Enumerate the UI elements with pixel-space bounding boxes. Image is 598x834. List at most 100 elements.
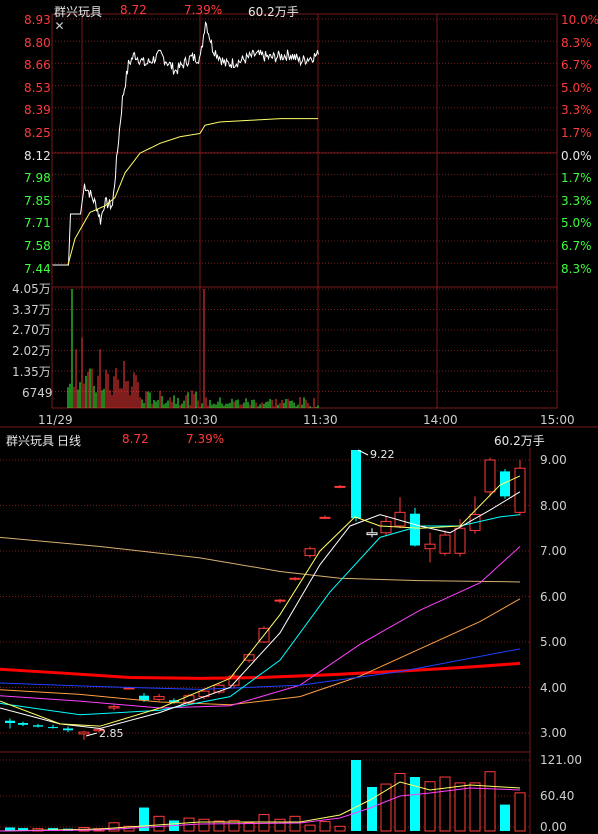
daily-volume-bar [274, 818, 286, 832]
pct-axis-label: 0.0% [561, 148, 592, 163]
price-axis-label: 8.66 [24, 58, 51, 73]
pct-axis-label: 8.3% [561, 35, 592, 50]
pct-axis-label: 1.7% [561, 171, 592, 186]
pct-axis-label: 3.3% [561, 103, 592, 118]
vol-axis-label: 1.35万 [12, 364, 51, 379]
ma-line-orange [0, 598, 521, 706]
time-axis-label: 14:00 [423, 413, 458, 427]
candle-body [153, 696, 165, 700]
price-axis-label: 8.25 [24, 126, 51, 140]
daily-volume-bar [304, 824, 316, 832]
candle-body [33, 725, 43, 727]
daily-price-axis-label: 8.00 [540, 498, 567, 513]
candle-body [304, 548, 316, 557]
daily-stock-name: 群兴玩具 [6, 434, 55, 448]
candle-body [380, 520, 392, 534]
pct-axis-label: 5.0% [561, 80, 592, 95]
daily-price-axis-label: 4.00 [540, 680, 567, 695]
daily-volume-bar [258, 814, 270, 832]
candle-body [514, 467, 526, 513]
price-axis-label: 8.93 [24, 13, 51, 27]
daily-price-axis-label: 7.00 [540, 544, 567, 558]
price-axis-label: 8.39 [24, 103, 51, 118]
candle-body [274, 599, 286, 602]
volume-total: 60.2万手 [248, 5, 299, 19]
candle-body [289, 577, 301, 580]
price-axis-label: 8.80 [24, 35, 51, 50]
price-axis-label: 8.53 [24, 80, 51, 95]
daily-price-axis-label: 6.00 [540, 589, 567, 604]
candle-body [484, 459, 496, 493]
pct-axis-label: 8.3% [561, 261, 592, 276]
daily-vol-axis-label: 60.40 [540, 789, 575, 803]
ma-line-yellow [0, 475, 521, 727]
daily-volume-bar [469, 782, 481, 832]
daily-vol-axis-label: 0.00 [540, 820, 567, 834]
daily-price-axis-label: 5.00 [540, 635, 567, 649]
daily-volume-bar [514, 792, 526, 832]
time-axis-label: 11/29 [38, 413, 73, 427]
pct-axis-label: 10.0% [561, 13, 598, 27]
daily-vol-axis-label: 121.00 [540, 753, 582, 767]
daily-price-axis-label: 3.00 [540, 726, 567, 740]
daily-volume: 60.2万手 [494, 434, 545, 448]
daily-price: 8.72 [122, 432, 149, 446]
candle-body [454, 527, 466, 554]
daily-volume-bar [198, 818, 210, 832]
price-axis-label: 7.44 [24, 261, 51, 276]
daily-volume-bar [484, 771, 496, 832]
time-axis-label: 11:30 [303, 413, 338, 427]
candle-body [319, 516, 331, 519]
price-axis-label: 8.12 [24, 148, 51, 163]
pct-axis-label: 6.7% [561, 239, 592, 253]
daily-volume-bar [439, 776, 451, 832]
stock-name: 群兴玩具 [54, 5, 103, 19]
candle-body [48, 727, 58, 729]
daily-volume-bar [213, 820, 225, 832]
period-label[interactable]: 日线 [57, 432, 81, 449]
daily-volume-bar [351, 760, 361, 831]
candle-body [366, 532, 378, 536]
vol-axis-label: 3.37万 [12, 302, 51, 317]
ma-line-magenta [0, 546, 521, 709]
candle-body [5, 720, 15, 723]
vol-axis-label: 6749 [22, 385, 53, 400]
price-axis-label: 7.85 [24, 193, 51, 208]
candle-body [63, 728, 73, 731]
candle-body [439, 534, 451, 554]
price-axis-label: 7.98 [24, 171, 51, 186]
candle-body [108, 706, 120, 709]
candle-body [139, 695, 149, 701]
price-axis-label: 7.58 [24, 239, 51, 253]
daily-volume-bar [334, 825, 346, 832]
daily-price-axis-label: 9.00 [540, 453, 567, 467]
candle-body [123, 687, 135, 690]
high-annotation: 9.22 [370, 448, 395, 461]
intraday-price-line [52, 21, 319, 266]
daily-volume-bar [153, 815, 165, 832]
intraday-avg-line [67, 118, 318, 266]
vol-axis-label: 2.70万 [12, 323, 51, 338]
time-axis-label: 15:00 [540, 413, 575, 427]
pct-axis-label: 3.3% [561, 193, 592, 208]
chart-canvas [0, 13, 598, 834]
ma-line-red [0, 661, 521, 680]
candle-body [410, 513, 420, 546]
daily-volume-bar [380, 783, 392, 832]
candle-body [18, 722, 28, 725]
daily-change-percent: 7.39% [186, 432, 225, 446]
candle-body [351, 449, 361, 519]
close-icon[interactable]: ✕ [53, 20, 66, 33]
candle-body [334, 485, 346, 488]
vol-axis-label: 4.05万 [12, 282, 51, 296]
current-price: 8.72 [120, 3, 147, 17]
pct-axis-label: 1.7% [561, 126, 592, 140]
pct-axis-label: 6.7% [561, 58, 592, 73]
price-axis-label: 7.71 [24, 216, 51, 231]
pct-axis-label: 5.0% [561, 216, 592, 231]
daily-volume-bar [289, 815, 301, 832]
low-annotation: 2.85 [99, 727, 124, 740]
candle-body [424, 543, 436, 550]
daily-volume-bar [319, 821, 331, 832]
daily-volume-bar [500, 804, 510, 831]
